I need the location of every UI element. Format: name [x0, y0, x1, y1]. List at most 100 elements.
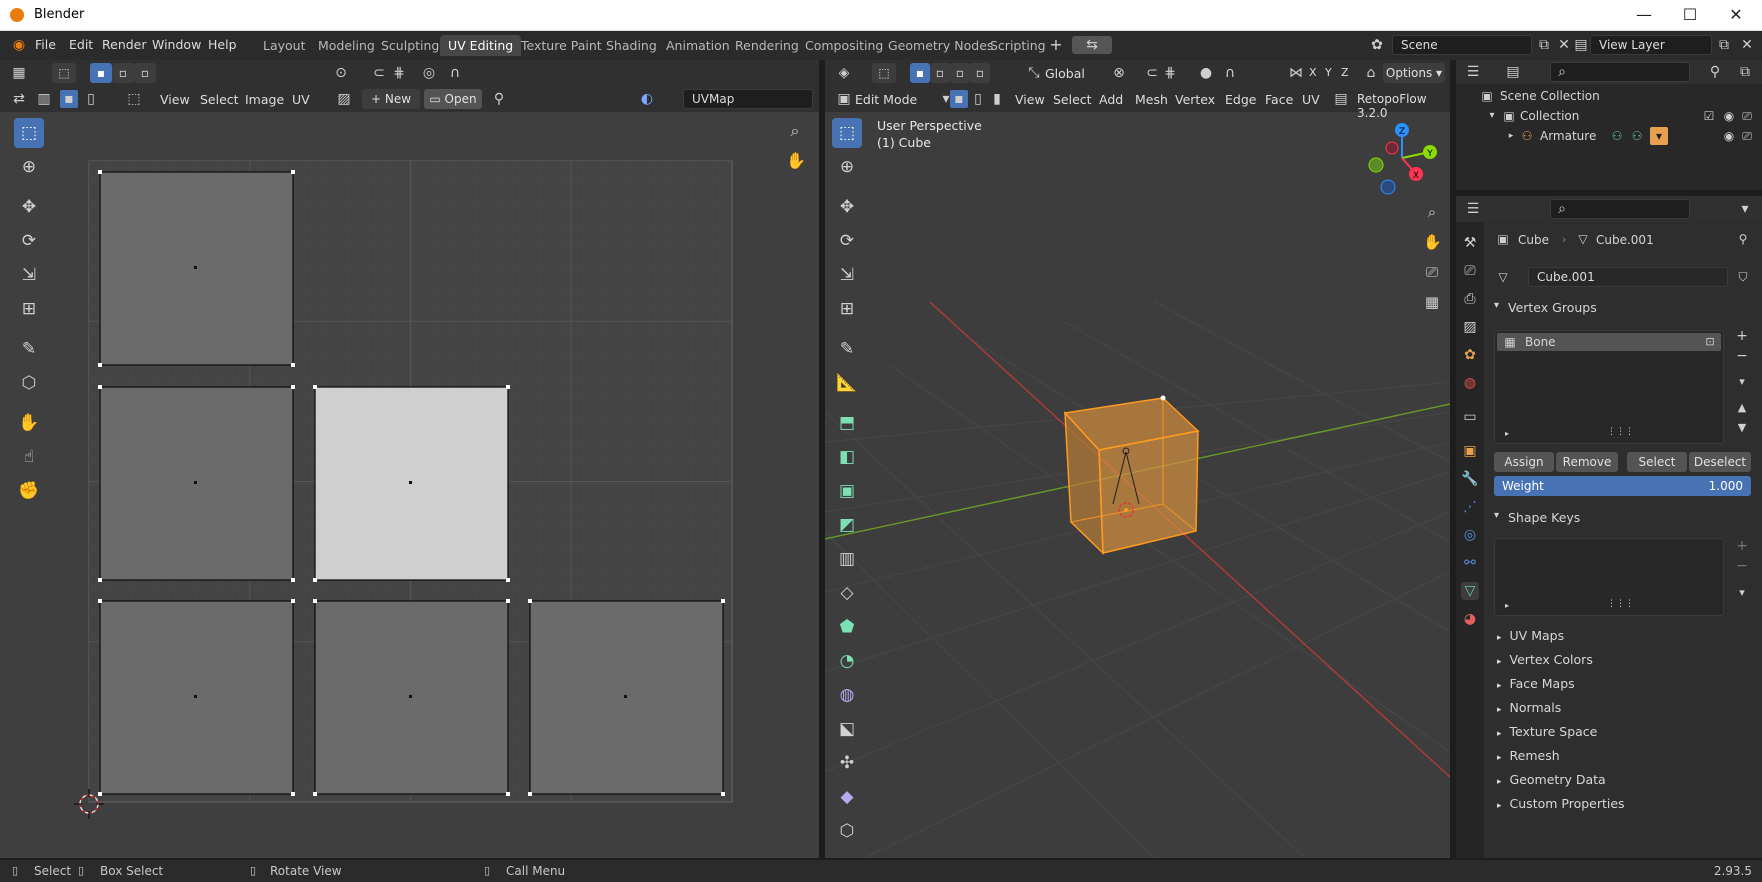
vertex-groups-panel-header[interactable]: ▾ Vertex Groups: [1494, 298, 1754, 318]
properties-search-input[interactable]: [1550, 199, 1690, 219]
hdr-face-mode-icon[interactable]: ▮: [988, 90, 1006, 108]
menu-file[interactable]: File: [35, 37, 56, 52]
fake-user-shield-icon[interactable]: ⛉: [1734, 268, 1752, 286]
menu-edit[interactable]: Edit: [69, 37, 93, 52]
exclude-checkbox-icon[interactable]: ☑: [1700, 107, 1718, 125]
maximize-button[interactable]: ☐: [1670, 4, 1710, 26]
tab-collection-icon[interactable]: ▭: [1461, 408, 1479, 426]
vp-tool-inset-icon[interactable]: ▣: [832, 476, 862, 506]
armature-visibility-eye-icon[interactable]: ◉: [1720, 127, 1738, 145]
options-button[interactable]: Options ▾: [1383, 63, 1445, 83]
orientation-dropdown[interactable]: Global: [1045, 66, 1085, 81]
minimize-button[interactable]: —: [1624, 4, 1664, 26]
assign-button[interactable]: Assign: [1494, 452, 1554, 472]
vp-tool-measure-icon[interactable]: 📐: [832, 368, 862, 398]
vp-select-tool-icon[interactable]: ⬚: [872, 63, 896, 83]
delete-view-layer-icon[interactable]: ✕: [1738, 36, 1756, 54]
vp-pivot-icon[interactable]: ⊗: [1110, 64, 1128, 82]
uv-canvas[interactable]: [0, 112, 819, 858]
tab-output-icon[interactable]: ⎙: [1461, 290, 1479, 308]
panel-vertex-colors[interactable]: ▸ Vertex Colors: [1497, 652, 1727, 667]
uv-zoom-icon[interactable]: ⌕: [786, 122, 804, 140]
proportional-edit-icon[interactable]: ◎: [420, 64, 438, 82]
vp-menu-mesh[interactable]: Mesh: [1135, 92, 1168, 107]
new-scene-icon[interactable]: ⧉: [1535, 36, 1553, 54]
vp-falloff-icon[interactable]: ∩: [1221, 64, 1239, 82]
image-browse-icon[interactable]: ▨: [335, 90, 353, 108]
tab-animation[interactable]: Animation: [658, 35, 738, 56]
new-view-layer-icon[interactable]: ⧉: [1715, 36, 1733, 54]
tab-uv-editing[interactable]: UV Editing: [440, 35, 522, 56]
vp-tool-knife-icon[interactable]: ◇: [832, 578, 862, 608]
vp-tool-move-icon[interactable]: ✥: [832, 192, 862, 222]
tab-modeling[interactable]: Modeling: [310, 35, 383, 56]
vp-tool-edge-slide-icon[interactable]: ⬕: [832, 714, 862, 744]
snap-icon[interactable]: ⊂: [370, 64, 388, 82]
editor-type-icon[interactable]: ▦: [10, 64, 28, 82]
vp-menu-face[interactable]: Face: [1265, 92, 1293, 107]
tab-tool-icon[interactable]: ⚒: [1461, 234, 1479, 252]
weight-slider[interactable]: Weight 1.000: [1494, 476, 1751, 496]
deselect-button[interactable]: Deselect: [1689, 452, 1751, 472]
vp-tool-bevel-icon[interactable]: ◩: [832, 510, 862, 540]
tab-modifiers-icon[interactable]: 🔧: [1461, 470, 1479, 488]
vp-menu-view[interactable]: View: [1015, 92, 1045, 107]
vp-menu-vertex[interactable]: Vertex: [1175, 92, 1215, 107]
vp-tool-annotate-icon[interactable]: ✎: [832, 334, 862, 364]
vp-tool-shear-icon[interactable]: ◆: [832, 782, 862, 812]
mesh-browse-icon[interactable]: ▽: [1494, 268, 1512, 286]
tab-texture-paint[interactable]: Texture Paint: [513, 35, 610, 56]
select-button[interactable]: Select: [1627, 452, 1687, 472]
pin-properties-icon[interactable]: ⚲: [1734, 230, 1752, 248]
panel-remesh[interactable]: ▸ Remesh: [1497, 748, 1727, 763]
vertex-group-list[interactable]: ▦ Bone ⊡ ▸ ⋮⋮⋮: [1494, 330, 1724, 444]
camera-view-icon[interactable]: ⎚: [1423, 263, 1441, 281]
outliner-editor-icon[interactable]: ☰: [1464, 63, 1482, 81]
tab-compositing[interactable]: Compositing: [797, 35, 891, 56]
add-vertex-group-icon[interactable]: +: [1733, 327, 1751, 345]
remove-button[interactable]: Remove: [1556, 452, 1618, 472]
tab-render-icon[interactable]: ⎚: [1461, 262, 1479, 280]
hdr-edge-mode-icon[interactable]: ▯: [969, 90, 987, 108]
tab-material-icon[interactable]: ◕: [1461, 610, 1479, 628]
vertex-group-specials-chevron-icon[interactable]: ▾: [1733, 373, 1751, 391]
panel-custom-properties[interactable]: ▸ Custom Properties: [1497, 796, 1727, 811]
vp-tool-rip-icon[interactable]: ⬡: [832, 816, 862, 846]
viewport-scene[interactable]: [825, 112, 1450, 858]
vp-tool-rotate-icon[interactable]: ⟳: [832, 226, 862, 256]
close-button[interactable]: ✕: [1716, 4, 1756, 26]
filter-icon[interactable]: ⚲: [1706, 63, 1724, 81]
overlay-icon[interactable]: ◐: [638, 90, 656, 108]
uv-sync-icon[interactable]: ⇄: [10, 90, 28, 108]
view-layer-field[interactable]: View Layer: [1590, 35, 1712, 55]
new-image-button[interactable]: + New: [362, 89, 420, 109]
new-collection-icon[interactable]: ⧉: [1736, 63, 1754, 81]
render-camera-icon[interactable]: ⎚: [1738, 107, 1756, 125]
open-image-button[interactable]: ▭ Open: [424, 89, 482, 109]
workspace-scroll-icon[interactable]: ⇆: [1072, 36, 1112, 54]
vertex-group-lock-icon[interactable]: ⊡: [1701, 333, 1719, 351]
sticky-select-icon[interactable]: ⬚: [125, 90, 143, 108]
tab-scripting[interactable]: Scripting: [982, 35, 1054, 56]
vp-menu-select[interactable]: Select: [1053, 92, 1092, 107]
tab-constraints-icon[interactable]: ⚯: [1461, 554, 1479, 572]
vp-intersect-mode-icon[interactable]: ▫: [970, 63, 990, 83]
hdr-vertex-mode-icon[interactable]: ▪: [950, 90, 968, 108]
mirror-x[interactable]: X: [1309, 66, 1317, 79]
list-resize-handle-icon[interactable]: ⋮⋮⋮: [1607, 427, 1634, 437]
uv-island-mode-icon[interactable]: ▯: [82, 90, 100, 108]
vp-vertex-mode-icon[interactable]: ▪: [910, 63, 930, 83]
vp-tool-smooth-icon[interactable]: ◍: [832, 680, 862, 710]
display-mode-icon[interactable]: ▤: [1504, 63, 1522, 81]
tab-view-layer-icon[interactable]: ▨: [1461, 318, 1479, 336]
properties-options-chevron-icon[interactable]: ▾: [1736, 200, 1754, 218]
shape-key-specials-chevron-icon[interactable]: ▾: [1733, 584, 1751, 602]
remove-shape-key-icon[interactable]: −: [1733, 557, 1751, 575]
tab-physics-icon[interactable]: ◎: [1461, 526, 1479, 544]
vp-snap-target-icon[interactable]: ⋕: [1161, 64, 1179, 82]
tab-particles-icon[interactable]: ⋰: [1461, 498, 1479, 516]
vp-zoom-icon[interactable]: ⌕: [1423, 203, 1441, 221]
vp-snap-icon[interactable]: ⊂: [1143, 64, 1161, 82]
panel-face-maps[interactable]: ▸ Face Maps: [1497, 676, 1727, 691]
shape-keys-panel-header[interactable]: ▾ Shape Keys: [1494, 508, 1754, 528]
